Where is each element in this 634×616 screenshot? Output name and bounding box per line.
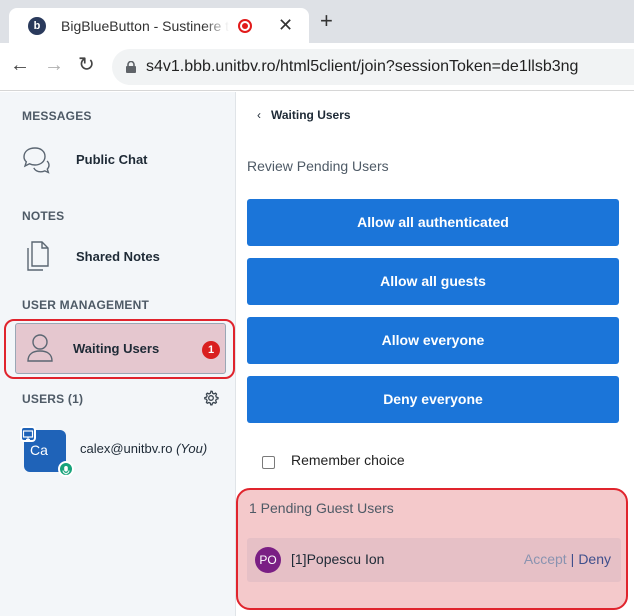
tab-title: BigBlueButton - Sustinere teze xyxy=(61,18,229,34)
new-tab-button[interactable]: + xyxy=(320,10,333,32)
recording-indicator-icon xyxy=(238,19,252,33)
guest-name: [1]Popescu Ion xyxy=(291,551,385,567)
lock-icon xyxy=(126,61,136,73)
browser-tab[interactable]: b BigBlueButton - Sustinere teze ✕ xyxy=(9,8,309,43)
sidebar-item-public-chat[interactable]: Public Chat xyxy=(20,144,210,176)
sidebar-item-shared-notes[interactable]: Shared Notes xyxy=(20,240,210,272)
action-separator: | xyxy=(570,551,575,567)
bigbluebutton-favicon-icon: b xyxy=(28,17,46,35)
review-pending-heading: Review Pending Users xyxy=(247,158,389,174)
remember-choice-checkbox[interactable] xyxy=(262,456,275,469)
browser-toolbar: ← → ↻ s4v1.bbb.unitbv.ro/html5client/joi… xyxy=(0,43,634,91)
browser-tabstrip: b BigBlueButton - Sustinere teze ✕ + xyxy=(0,0,634,43)
user-list-item[interactable]: calex@unitbv.ro (You) xyxy=(80,441,207,456)
list-item: PO [1]Popescu Ion Accept | Deny xyxy=(247,538,621,582)
gear-icon[interactable] xyxy=(203,390,219,411)
you-indicator: (You) xyxy=(176,441,208,456)
chat-bubbles-icon xyxy=(20,144,52,181)
user-management-section-title: USER MANAGEMENT xyxy=(22,298,150,312)
accept-guest-link[interactable]: Accept xyxy=(524,551,567,567)
address-bar[interactable]: s4v1.bbb.unitbv.ro/html5client/join?sess… xyxy=(112,49,634,85)
sidebar: MESSAGES Public Chat NOTES Shared Notes … xyxy=(0,92,236,616)
chevron-left-icon: ‹ xyxy=(257,108,261,122)
remember-choice-label[interactable]: Remember choice xyxy=(291,452,405,468)
allow-all-guests-button[interactable]: Allow all guests xyxy=(247,258,619,305)
reload-icon[interactable]: ↻ xyxy=(78,52,95,77)
avatar-initials: Ca xyxy=(30,442,48,458)
deny-guest-link[interactable]: Deny xyxy=(578,551,611,567)
waiting-users-back-link[interactable]: ‹ Waiting Users xyxy=(257,108,351,122)
back-arrow-icon[interactable]: ← xyxy=(10,54,30,77)
shared-notes-label: Shared Notes xyxy=(76,249,160,264)
tab-close-icon[interactable]: ✕ xyxy=(278,15,293,35)
notes-document-icon xyxy=(26,240,50,277)
deny-everyone-button[interactable]: Deny everyone xyxy=(247,376,619,423)
guest-actions: Accept | Deny xyxy=(524,551,611,567)
user-name-label: calex@unitbv.ro xyxy=(80,441,173,456)
public-chat-label: Public Chat xyxy=(76,152,148,167)
notes-section-title: NOTES xyxy=(22,209,65,223)
panel-title: Waiting Users xyxy=(271,108,351,122)
microphone-icon xyxy=(58,461,74,477)
pending-guests-title: 1 Pending Guest Users xyxy=(249,500,394,516)
highlight-outline xyxy=(4,319,235,379)
allow-everyone-button[interactable]: Allow everyone xyxy=(247,317,619,364)
guest-avatar: PO xyxy=(255,547,281,573)
forward-arrow-icon[interactable]: → xyxy=(44,54,64,77)
pending-guests-section: 1 Pending Guest Users PO [1]Popescu Ion … xyxy=(236,488,628,610)
users-section-title: USERS (1) xyxy=(22,392,84,406)
messages-section-title: MESSAGES xyxy=(22,109,92,123)
allow-all-authenticated-button[interactable]: Allow all authenticated xyxy=(247,199,619,246)
url-text: s4v1.bbb.unitbv.ro/html5client/join?sess… xyxy=(146,58,579,75)
presenter-icon xyxy=(20,426,36,442)
avatar[interactable]: Ca xyxy=(20,426,74,477)
